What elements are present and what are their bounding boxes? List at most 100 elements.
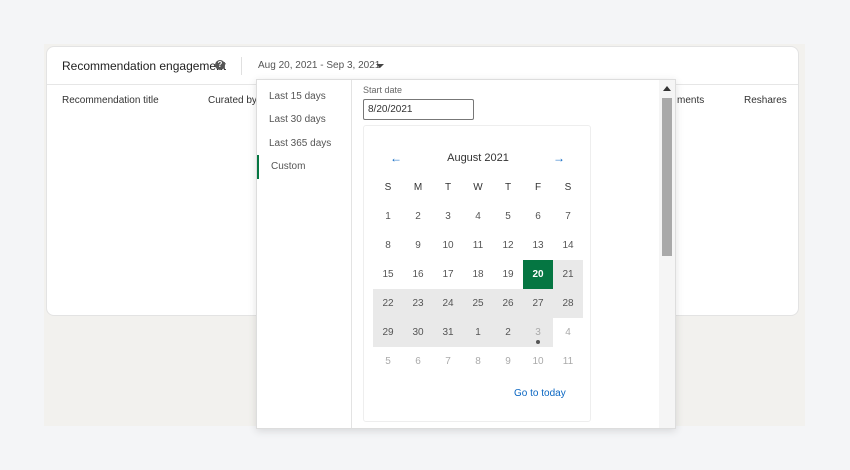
calendar-day-label: 10 — [442, 240, 454, 251]
calendar-day[interactable]: 27 — [523, 289, 553, 318]
calendar-day[interactable]: 12 — [493, 231, 523, 260]
calendar-day[interactable]: 9 — [403, 231, 433, 260]
calendar-day[interactable]: 8 — [373, 231, 403, 260]
weekday-header: T — [444, 182, 452, 193]
calendar-day[interactable]: 14 — [553, 231, 583, 260]
calendar-day[interactable]: 15 — [373, 260, 403, 289]
calendar-day[interactable]: 11 — [463, 231, 493, 260]
calendar-day[interactable]: 8 — [463, 347, 493, 376]
calendar-day-label: 1 — [475, 327, 481, 338]
calendar-day[interactable]: 19 — [493, 260, 523, 289]
calendar-day[interactable]: 23 — [403, 289, 433, 318]
calendar-day[interactable]: 9 — [493, 347, 523, 376]
calendar-day-label: 8 — [385, 240, 391, 251]
calendar-day-label: 13 — [532, 240, 544, 251]
caret-down-icon[interactable] — [376, 64, 384, 68]
calendar-day[interactable]: 3 — [433, 202, 463, 231]
calendar-day-label: 31 — [442, 327, 454, 338]
calendar-day[interactable]: 3 — [523, 318, 553, 347]
date-picker-popover: Last 15 days Last 30 days Last 365 days … — [256, 79, 676, 429]
calendar-day[interactable]: 2 — [493, 318, 523, 347]
calendar-day-label: 11 — [562, 356, 574, 367]
calendar-day-label: 30 — [412, 327, 424, 338]
calendar-day-label: 10 — [532, 356, 544, 367]
calendar-day[interactable]: 7 — [553, 202, 583, 231]
help-icon[interactable]: ? — [215, 60, 225, 70]
calendar-day[interactable]: 13 — [523, 231, 553, 260]
go-to-today-link[interactable]: Go to today — [514, 388, 566, 399]
calendar-day-label: 6 — [415, 356, 421, 367]
calendar-day-label: 6 — [535, 211, 541, 222]
column-comments[interactable]: ments — [677, 95, 704, 106]
calendar-day[interactable]: 4 — [463, 202, 493, 231]
calendar-day-label: 4 — [475, 211, 481, 222]
date-range-dropdown[interactable]: Aug 20, 2021 - Sep 3, 2021 — [258, 60, 380, 71]
calendar-day-label: 19 — [502, 269, 514, 280]
calendar-day-label: 12 — [502, 240, 514, 251]
calendar-day[interactable]: 25 — [463, 289, 493, 318]
calendar-day[interactable]: 26 — [493, 289, 523, 318]
calendar-day-label: 21 — [562, 269, 574, 280]
weekday-header: S — [384, 182, 392, 193]
calendar-day-label: 16 — [412, 269, 424, 280]
calendar: ← August 2021 → S M T W T F S 1 2 3 4 5 6 7 8 9 10 11 12 13… — [363, 125, 591, 422]
calendar-day[interactable]: 10 — [523, 347, 553, 376]
calendar-day-label: 4 — [565, 327, 571, 338]
calendar-day-label: 27 — [532, 298, 544, 309]
calendar-day[interactable]: 18 — [463, 260, 493, 289]
calendar-day-label: 8 — [475, 356, 481, 367]
calendar-day-label: 22 — [382, 298, 394, 309]
today-indicator-dot — [536, 340, 540, 344]
calendar-day-label: 15 — [382, 269, 394, 280]
calendar-day[interactable]: 7 — [433, 347, 463, 376]
calendar-day[interactable]: 28 — [553, 289, 583, 318]
header-divider — [241, 57, 242, 75]
calendar-day-label: 1 — [385, 211, 391, 222]
calendar-day-label: 29 — [382, 327, 394, 338]
calendar-day[interactable]: 10 — [433, 231, 463, 260]
scroll-thumb[interactable] — [662, 98, 672, 256]
preset-custom[interactable]: Custom — [257, 155, 352, 179]
calendar-day[interactable]: 20 — [523, 260, 553, 289]
scroll-up-arrow-icon[interactable] — [663, 86, 671, 91]
preset-last-15-days[interactable]: Last 15 days — [257, 89, 352, 113]
calendar-day[interactable]: 17 — [433, 260, 463, 289]
calendar-day-label: 5 — [505, 211, 511, 222]
calendar-day[interactable]: 2 — [403, 202, 433, 231]
calendar-day[interactable]: 4 — [553, 318, 583, 347]
calendar-day[interactable]: 5 — [373, 347, 403, 376]
calendar-day-label: 14 — [562, 240, 574, 251]
calendar-day[interactable]: 21 — [553, 260, 583, 289]
preset-list: Last 15 days Last 30 days Last 365 days … — [257, 80, 352, 428]
scrollbar[interactable] — [659, 80, 675, 428]
calendar-day[interactable]: 6 — [523, 202, 553, 231]
weekday-header: W — [473, 182, 483, 193]
calendar-day[interactable]: 30 — [403, 318, 433, 347]
column-curated-by[interactable]: Curated by — [208, 95, 257, 106]
calendar-day[interactable]: 31 — [433, 318, 463, 347]
start-date-input[interactable] — [363, 99, 474, 120]
weekday-header: T — [504, 182, 512, 193]
calendar-day[interactable]: 1 — [373, 202, 403, 231]
column-recommendation-title[interactable]: Recommendation title — [62, 95, 159, 106]
calendar-day-label: 23 — [412, 298, 424, 309]
calendar-day-label: 9 — [415, 240, 421, 251]
calendar-day-label: 2 — [415, 211, 421, 222]
column-reshares[interactable]: Reshares — [744, 95, 787, 106]
calendar-day[interactable]: 22 — [373, 289, 403, 318]
card-title: Recommendation engagement — [62, 59, 227, 73]
calendar-day[interactable]: 29 — [373, 318, 403, 347]
calendar-day[interactable]: 5 — [493, 202, 523, 231]
calendar-day-label: 3 — [445, 211, 451, 222]
calendar-day-label: 7 — [445, 356, 451, 367]
calendar-day[interactable]: 16 — [403, 260, 433, 289]
next-month-arrow-icon[interactable]: → — [553, 151, 565, 165]
calendar-day[interactable]: 1 — [463, 318, 493, 347]
preset-last-30-days[interactable]: Last 30 days — [257, 112, 352, 136]
calendar-day-label: 11 — [472, 240, 484, 251]
calendar-day[interactable]: 6 — [403, 347, 433, 376]
calendar-day-label: 18 — [472, 269, 484, 280]
calendar-day[interactable]: 24 — [433, 289, 463, 318]
weekday-header: S — [564, 182, 572, 193]
calendar-day[interactable]: 11 — [553, 347, 583, 376]
